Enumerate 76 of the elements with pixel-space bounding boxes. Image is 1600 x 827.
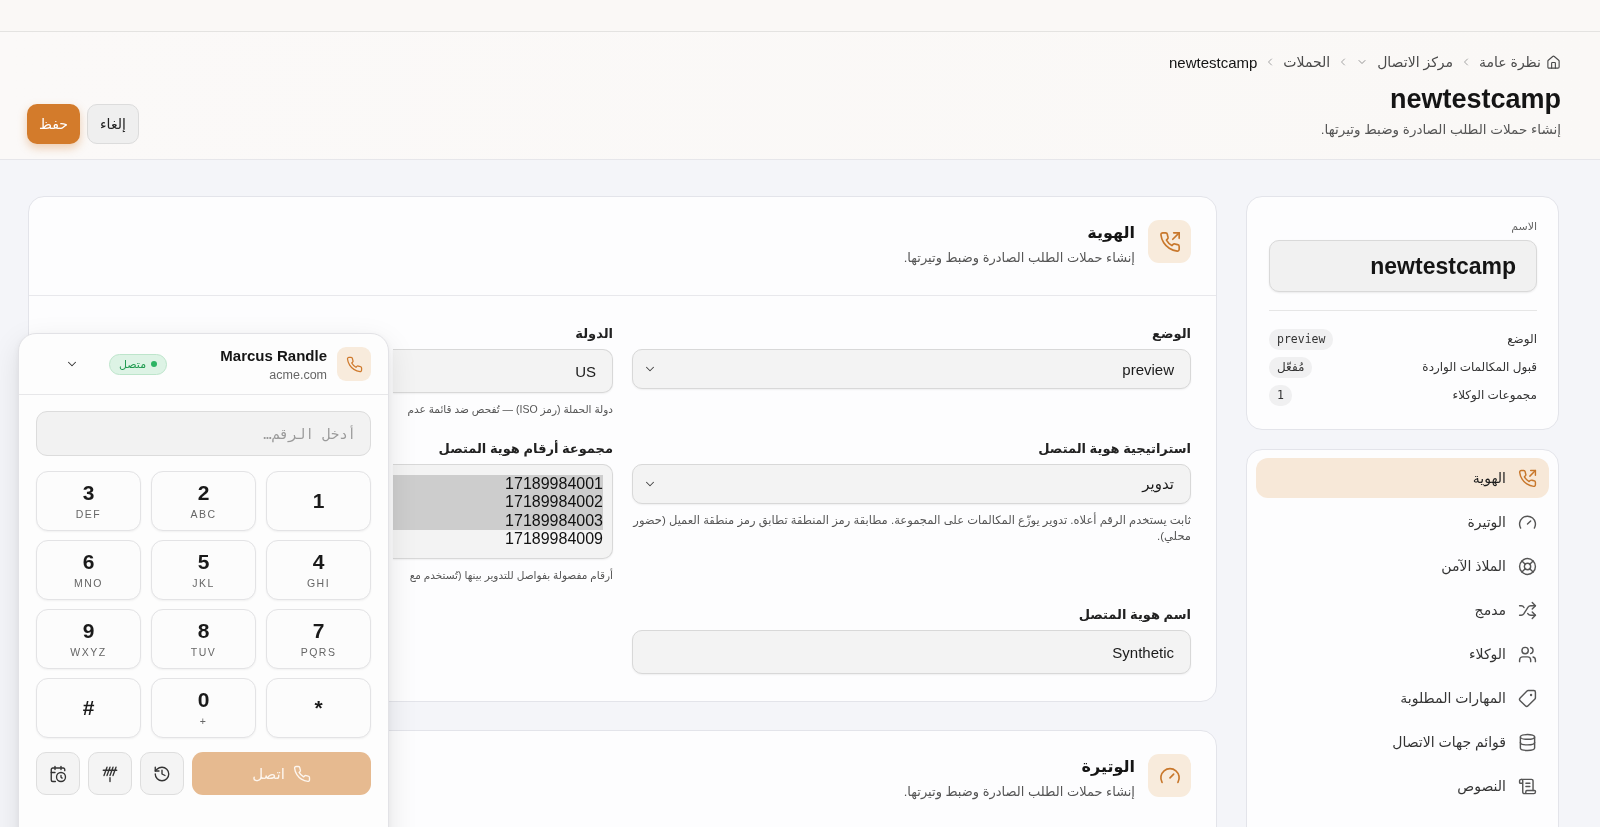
field-help: دولة الحملة (رمز ISO) — تُفحص ضد قائمة عدم	[406, 402, 613, 417]
phone-icon	[292, 764, 311, 783]
keypad-key[interactable]: 5 JKL	[151, 540, 256, 600]
field-help: أرقام مفصولة بفواصل للتدوير بينها (تُستخدم مع	[408, 567, 613, 583]
breadcrumb-link[interactable]: مركز الاتصال	[1356, 54, 1454, 70]
summary-value: 1	[1269, 384, 1292, 406]
database-icon	[1518, 732, 1537, 752]
textarea-field[interactable]: 17189984001 17189984002 17189984003 17189984009	[393, 464, 613, 559]
section-subtitle: إنشاء حملات الطلب الصادرة وضبط وتيرتها.	[903, 783, 1135, 801]
section-nav-item[interactable]: الوتيرة	[1256, 502, 1549, 542]
section-title: الوتيرة	[1080, 757, 1135, 778]
keypad-key[interactable]: 9 WXYZ	[36, 609, 141, 669]
tally-button[interactable]	[88, 752, 132, 795]
summary-label: قبول المكالمات الواردة	[1422, 360, 1537, 374]
secondary-button[interactable]: إلغاء	[87, 104, 139, 144]
history-icon	[153, 764, 171, 783]
section-nav-item[interactable]: الملاذ الآمن	[1256, 546, 1549, 586]
summary-value: مُفعّل	[1269, 356, 1313, 378]
field-help: ثابت يستخدم الرقم أعلاه. تدوير يوزّع المكالمات على المجموعة. مطابقة رمز المنطقة تطابق رمز منطقة العميل (حضور محلي).	[632, 512, 1191, 544]
section-nav-item[interactable]: النصوص	[1256, 766, 1549, 806]
page-subtitle: إنشاء حملات الطلب الصادرة وضبط وتيرتها.	[1320, 121, 1561, 140]
select-field[interactable]: preview	[632, 349, 1191, 389]
section-nav-item[interactable]: الوكلاء	[1256, 634, 1549, 674]
text-field[interactable]: Synthetic	[632, 630, 1191, 674]
contact-name: Marcus Randle	[220, 345, 327, 365]
lifebuoy-icon	[1518, 556, 1537, 576]
gauge-icon	[1518, 512, 1537, 532]
number-line: 17189984009	[504, 530, 603, 549]
name-label: الاسم	[1510, 219, 1537, 233]
field-label: مجموعة أرقام هوية المتصل	[437, 441, 613, 457]
calendar-button[interactable]	[36, 752, 80, 795]
field-label: اسم هوية المتصل	[1077, 607, 1191, 623]
status-dot-icon	[151, 361, 158, 367]
keypad-key[interactable]: 1	[266, 471, 371, 531]
breadcrumb-current: newtestcamp	[1168, 53, 1258, 71]
shuffle-icon	[1518, 600, 1537, 620]
breadcrumb-link[interactable]: الحملات	[1283, 54, 1331, 70]
section-nav-item[interactable]: الهوية	[1256, 458, 1549, 498]
field-label: استراتيجية هوية المتصل	[1037, 441, 1191, 457]
gauge-icon	[1148, 754, 1191, 797]
phone-icon	[337, 347, 371, 381]
name-field[interactable]: newtestcamp	[1269, 240, 1537, 292]
select-field[interactable]: تدوير	[632, 464, 1191, 504]
home-icon	[1546, 54, 1561, 70]
summary-label: مجموعات الوكلاء	[1452, 388, 1537, 402]
keypad-key[interactable]: 0 +	[151, 678, 256, 738]
keypad-key[interactable]: 2 ABC	[151, 471, 256, 531]
phone-outgoing-icon	[1518, 468, 1537, 488]
section-nav-item[interactable]: مدمج	[1256, 590, 1549, 630]
section-title: الهوية	[1086, 223, 1135, 244]
keypad-key[interactable]: 8 TUV	[151, 609, 256, 669]
scroll-icon	[1518, 776, 1537, 796]
history-button[interactable]	[140, 752, 184, 795]
summary-value: preview	[1269, 328, 1334, 350]
section-subtitle: إنشاء حملات الطلب الصادرة وضبط وتيرتها.	[903, 249, 1135, 267]
page-title: newtestcamp	[1389, 83, 1561, 115]
keypad-key[interactable]: 4 GHI	[266, 540, 371, 600]
keypad-key[interactable]: 7 PQRS	[266, 609, 371, 669]
contact-domain: acme.com	[269, 366, 327, 383]
phone-outgoing-icon	[1148, 220, 1191, 263]
tally-marks-icon	[101, 764, 119, 783]
users-icon	[1518, 644, 1537, 664]
summary-label: الوضع	[1507, 332, 1537, 346]
section-nav-item[interactable]: المهارات المطلوبة	[1256, 678, 1549, 718]
keypad-key[interactable]: 6 MNO	[36, 540, 141, 600]
tag-icon	[1518, 688, 1537, 708]
keypad-key[interactable]: 3 DEF	[36, 471, 141, 531]
calendar-clock-icon	[49, 764, 67, 783]
keypad-key[interactable]: *	[266, 678, 371, 738]
field-label: الوضع	[1151, 326, 1191, 342]
field-label: الدولة	[574, 326, 613, 342]
status-label: متصل	[119, 357, 147, 371]
keypad-key[interactable]: #	[36, 678, 141, 738]
breadcrumb-link[interactable]: نظرة عامة	[1479, 54, 1561, 70]
section-nav-item[interactable]: قوائم جهات الاتصال	[1256, 722, 1549, 762]
text-field[interactable]: US	[393, 349, 613, 393]
